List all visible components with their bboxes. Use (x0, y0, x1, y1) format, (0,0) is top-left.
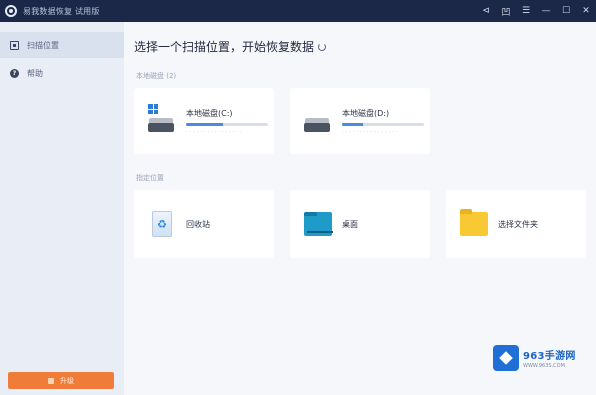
menu-icon[interactable]: ☰ (516, 0, 536, 22)
sidebar-item-scan-location[interactable]: 扫描位置 (0, 32, 124, 58)
watermark-text: 963手游网 (523, 351, 576, 362)
watermark: 963手游网 WWW.963S.COM (493, 343, 593, 373)
help-icon: ? (10, 68, 19, 78)
upgrade-icon (48, 377, 54, 384)
location-name: 选择文件夹 (498, 219, 538, 229)
drive-usage-bar (342, 122, 424, 126)
windows-drive-icon (148, 104, 174, 132)
recycle-bin-icon: ♻ (152, 211, 172, 237)
location-card-select-folder[interactable]: 选择文件夹 (446, 190, 586, 258)
window-controls: ⊲ 凹 ☰ — ☐ ✕ (476, 0, 596, 22)
upgrade-button[interactable]: 升级 (8, 372, 114, 389)
app-logo-icon (5, 5, 17, 17)
sidebar-item-label: 扫描位置 (27, 40, 59, 50)
title-bar: 易我数据恢复 试用版 ⊲ 凹 ☰ — ☐ ✕ (0, 0, 596, 22)
app-title: 易我数据恢复 试用版 (23, 6, 100, 16)
sidebar: 扫描位置 ? 帮助 (0, 22, 124, 395)
watermark-logo-icon (493, 345, 519, 371)
watermark-url: WWW.963S.COM (523, 363, 565, 369)
drive-usage-bar (186, 122, 268, 126)
drive-card-d[interactable]: 本地磁盘(D:) · · · · · · · · · · · · · · · · (290, 88, 430, 154)
drive-name: 本地磁盘(D:) (342, 108, 390, 118)
drive-name: 本地磁盘(C:) (186, 108, 233, 118)
drive-size: · · · · · · · · · · · · · · · · (186, 128, 242, 135)
location-name: 桌面 (342, 219, 358, 229)
sidebar-item-label: 帮助 (27, 68, 43, 78)
sidebar-item-help[interactable]: ? 帮助 (0, 60, 124, 86)
drive-size: · · · · · · · · · · · · · · · · (342, 128, 398, 135)
close-icon[interactable]: ✕ (576, 0, 596, 22)
drives-section-label: 本地磁盘 (2) (136, 72, 177, 80)
upgrade-label: 升级 (60, 376, 74, 385)
windows-logo-icon (148, 104, 158, 114)
main-panel: 选择一个扫描位置，开始恢复数据 本地磁盘 (2) 本地磁盘(C:) · · · … (124, 22, 596, 395)
maximize-icon[interactable]: ☐ (556, 0, 576, 22)
folder-icon (460, 209, 488, 236)
pin-icon[interactable]: 凹 (496, 0, 516, 22)
drive-card-c[interactable]: 本地磁盘(C:) · · · · · · · · · · · · · · · · (134, 88, 274, 154)
page-title-text: 选择一个扫描位置，开始恢复数据 (134, 40, 315, 54)
location-card-recycle-bin[interactable]: ♻ 回收站 (134, 190, 274, 258)
location-card-desktop[interactable]: 桌面 (290, 190, 430, 258)
scan-icon (10, 40, 19, 50)
locations-section-label: 指定位置 (136, 174, 164, 182)
location-name: 回收站 (186, 219, 210, 229)
page-title: 选择一个扫描位置，开始恢复数据 (134, 38, 327, 55)
desktop-icon (304, 212, 333, 236)
refresh-icon[interactable] (318, 42, 327, 51)
share-icon[interactable]: ⊲ (476, 0, 496, 22)
hard-drive-icon (304, 110, 330, 132)
minimize-icon[interactable]: — (536, 0, 556, 22)
